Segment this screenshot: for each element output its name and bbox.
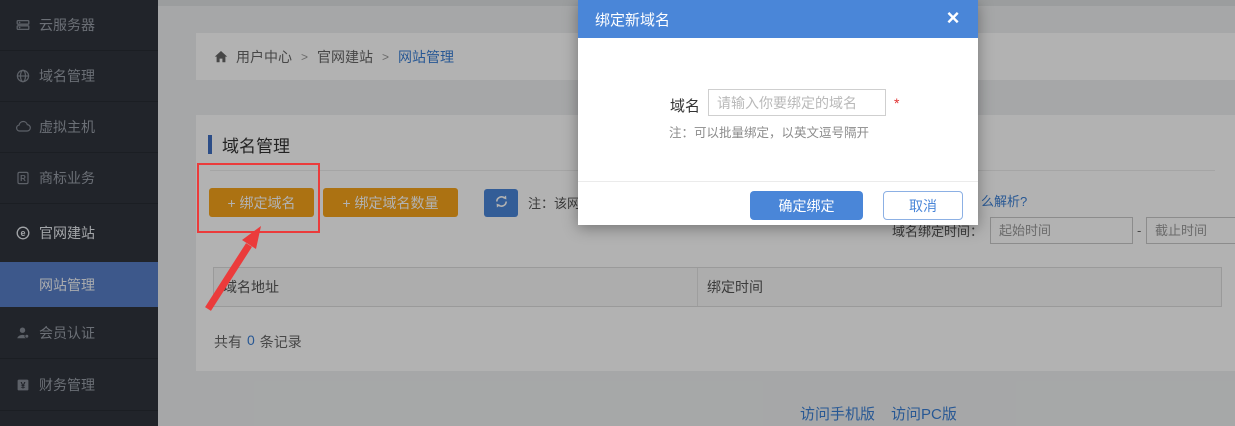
modal-title: 绑定新域名 xyxy=(595,9,670,30)
modal-header: 绑定新域名 xyxy=(578,0,978,38)
domain-field-label: 域名 xyxy=(670,95,700,116)
app-window: 云服务器 域名管理 虚拟主机 R 商标业务 e xyxy=(0,0,1235,426)
confirm-bind-button[interactable]: 确定绑定 xyxy=(750,191,863,220)
required-asterisk: * xyxy=(894,95,899,111)
bind-domain-modal: 绑定新域名 × 域名 * 注：可以批量绑定，以英文逗号隔开 确定绑定 取消 xyxy=(578,0,978,225)
cancel-button[interactable]: 取消 xyxy=(883,191,963,220)
modal-footer-divider xyxy=(578,181,978,182)
domain-input[interactable] xyxy=(708,89,886,116)
annotation-highlight-rectangle xyxy=(197,163,320,233)
close-icon[interactable]: × xyxy=(940,4,966,32)
modal-note: 注：可以批量绑定，以英文逗号隔开 xyxy=(669,122,869,141)
